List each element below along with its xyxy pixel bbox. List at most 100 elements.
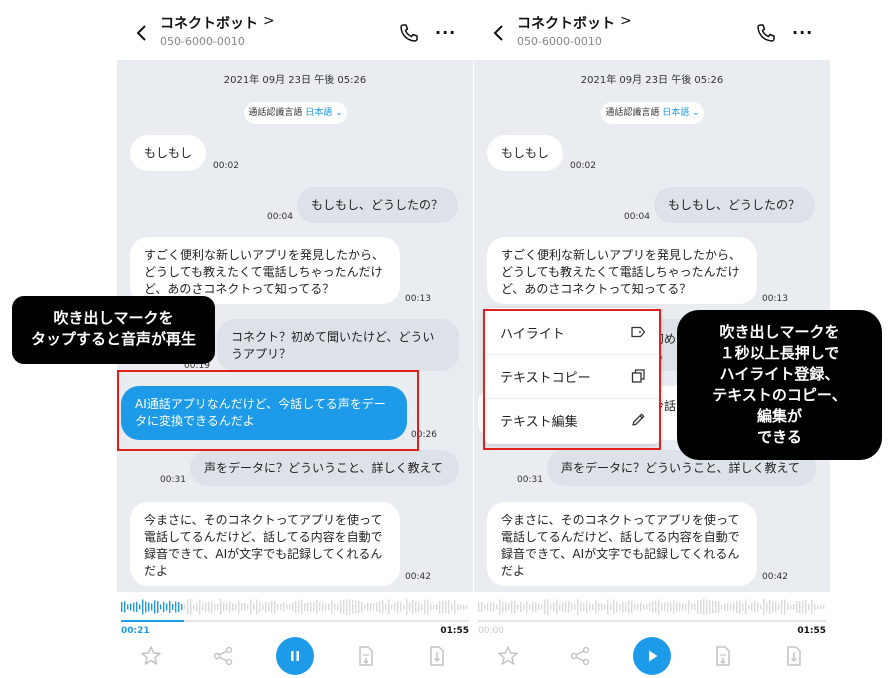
waveform-bar xyxy=(616,602,618,612)
waveform-bar xyxy=(661,603,663,611)
waveform-bar xyxy=(205,602,207,612)
waveform-bar xyxy=(202,604,204,610)
waveform-bar xyxy=(580,602,582,612)
pause-icon xyxy=(291,651,299,661)
waveform-bar xyxy=(295,601,297,613)
chevron-down-icon: ⌄ xyxy=(335,108,343,118)
play-button[interactable] xyxy=(633,637,671,675)
message-bubble[interactable]: もしもし xyxy=(487,135,563,171)
waveform-bar xyxy=(214,603,216,611)
share-icon[interactable] xyxy=(568,644,592,668)
total-time: 01:55 xyxy=(440,626,469,636)
phone-icon[interactable] xyxy=(756,23,776,43)
waveform-bar xyxy=(703,599,705,615)
waveform-bar xyxy=(646,604,648,610)
message-bubble[interactable]: もしもし xyxy=(130,135,206,171)
waveform-bar xyxy=(424,600,426,614)
waveform-bar xyxy=(445,601,447,613)
waveform-bar xyxy=(319,602,321,612)
waveform-bar xyxy=(709,600,711,614)
waveform-bar xyxy=(412,600,414,614)
audio-download-icon[interactable] xyxy=(782,644,806,668)
back-icon[interactable] xyxy=(135,24,149,42)
contact-name[interactable]: コネクトボット xyxy=(160,13,258,33)
waveform-bar xyxy=(478,602,480,612)
progress-track[interactable] xyxy=(478,620,826,622)
message-bubble[interactable]: 声をデータに？どういうこと、詳しく教えて xyxy=(190,450,459,486)
text-download-icon[interactable] xyxy=(354,644,378,668)
waveform-bar xyxy=(334,604,336,610)
audio-player: 00:21 01:55 xyxy=(117,592,473,678)
header: コネクトボット > 050-6000-0010 ··· xyxy=(117,0,473,60)
more-icon[interactable]: ··· xyxy=(792,23,813,42)
waveform-bar xyxy=(427,599,429,615)
waveform-bar xyxy=(637,603,639,611)
waveform-bar xyxy=(127,604,129,610)
waveform-bar xyxy=(397,601,399,613)
phone-number: 050-6000-0010 xyxy=(517,35,602,48)
waveform-bar xyxy=(688,600,690,614)
more-icon[interactable]: ··· xyxy=(435,23,456,42)
message-bubble[interactable]: 今まさに、そのコネクトってアプリを使って電話してるんだけど、話してる内容を自動で… xyxy=(130,502,400,586)
waveform-bar xyxy=(211,601,213,613)
contact-name[interactable]: コネクトボット xyxy=(517,13,615,33)
language-selector[interactable]: 通話認識言語 日本語 ⌄ xyxy=(244,102,347,124)
audio-download-icon[interactable] xyxy=(425,644,449,668)
message-bubble[interactable]: 今まさに、そのコネクトってアプリを使って電話してるんだけど、話してる内容を自動で… xyxy=(487,502,757,586)
waveform-bar xyxy=(145,601,147,613)
chevron-right-icon[interactable]: > xyxy=(263,13,275,29)
waveform[interactable] xyxy=(121,598,469,616)
waveform-bar xyxy=(418,602,420,612)
phone-icon[interactable] xyxy=(399,23,419,43)
call-date: 2021年 09月 23日 午後 05:26 xyxy=(223,75,367,86)
waveform-bar xyxy=(376,602,378,612)
waveform-bar xyxy=(451,603,453,611)
waveform-bar xyxy=(307,602,309,612)
waveform-bar xyxy=(505,602,507,612)
waveform-bar xyxy=(628,600,630,614)
waveform-bar xyxy=(175,601,177,613)
waveform-bar xyxy=(766,602,768,612)
chevron-right-icon[interactable]: > xyxy=(620,13,632,29)
back-icon[interactable] xyxy=(492,24,506,42)
waveform-bar xyxy=(172,604,174,610)
waveform-bar xyxy=(262,603,264,611)
waveform-bar xyxy=(148,602,150,612)
waveform-bar xyxy=(691,604,693,610)
star-icon[interactable] xyxy=(139,644,163,668)
waveform[interactable] xyxy=(478,598,826,616)
message-bubble[interactable]: もしもし、どうしたの？ xyxy=(297,187,458,223)
language-selector[interactable]: 通話認識言語 日本語 ⌄ xyxy=(601,102,704,124)
waveform-bar xyxy=(136,602,138,612)
waveform-bar xyxy=(508,603,510,611)
message-bubble[interactable]: すごく便利な新しいアプリを発見したから、どうしても教えたくて電話しちゃったんだけ… xyxy=(487,237,757,304)
message-bubble[interactable]: すごく便利な新しいアプリを発見したから、どうしても教えたくて電話しちゃったんだけ… xyxy=(130,237,400,304)
pause-button[interactable] xyxy=(276,637,314,675)
waveform-bar xyxy=(292,602,294,612)
waveform-bar xyxy=(217,604,219,610)
waveform-bar xyxy=(802,601,804,613)
waveform-bar xyxy=(244,603,246,611)
waveform-bar xyxy=(331,600,333,614)
message-bubble[interactable]: もしもし、どうしたの？ xyxy=(654,187,815,223)
text-download-icon[interactable] xyxy=(711,644,735,668)
phone-number: 050-6000-0010 xyxy=(160,35,245,48)
waveform-bar xyxy=(793,604,795,610)
waveform-bar xyxy=(799,601,801,613)
waveform-bar xyxy=(379,601,381,613)
waveform-bar xyxy=(403,604,405,610)
share-icon[interactable] xyxy=(211,644,235,668)
waveform-bar xyxy=(631,601,633,613)
waveform-bar xyxy=(370,603,372,611)
message-bubble[interactable]: コネクト？初めて聞いたけど、どういうアプリ？ xyxy=(217,319,459,371)
waveform-bar xyxy=(442,601,444,613)
waveform-bar xyxy=(229,601,231,613)
waveform-bar xyxy=(340,600,342,614)
waveform-bar xyxy=(640,602,642,612)
waveform-bar xyxy=(358,601,360,613)
waveform-bar xyxy=(577,599,579,615)
waveform-bar xyxy=(571,603,573,611)
waveform-bar xyxy=(160,604,162,610)
waveform-bar xyxy=(463,604,465,610)
star-icon[interactable] xyxy=(496,644,520,668)
